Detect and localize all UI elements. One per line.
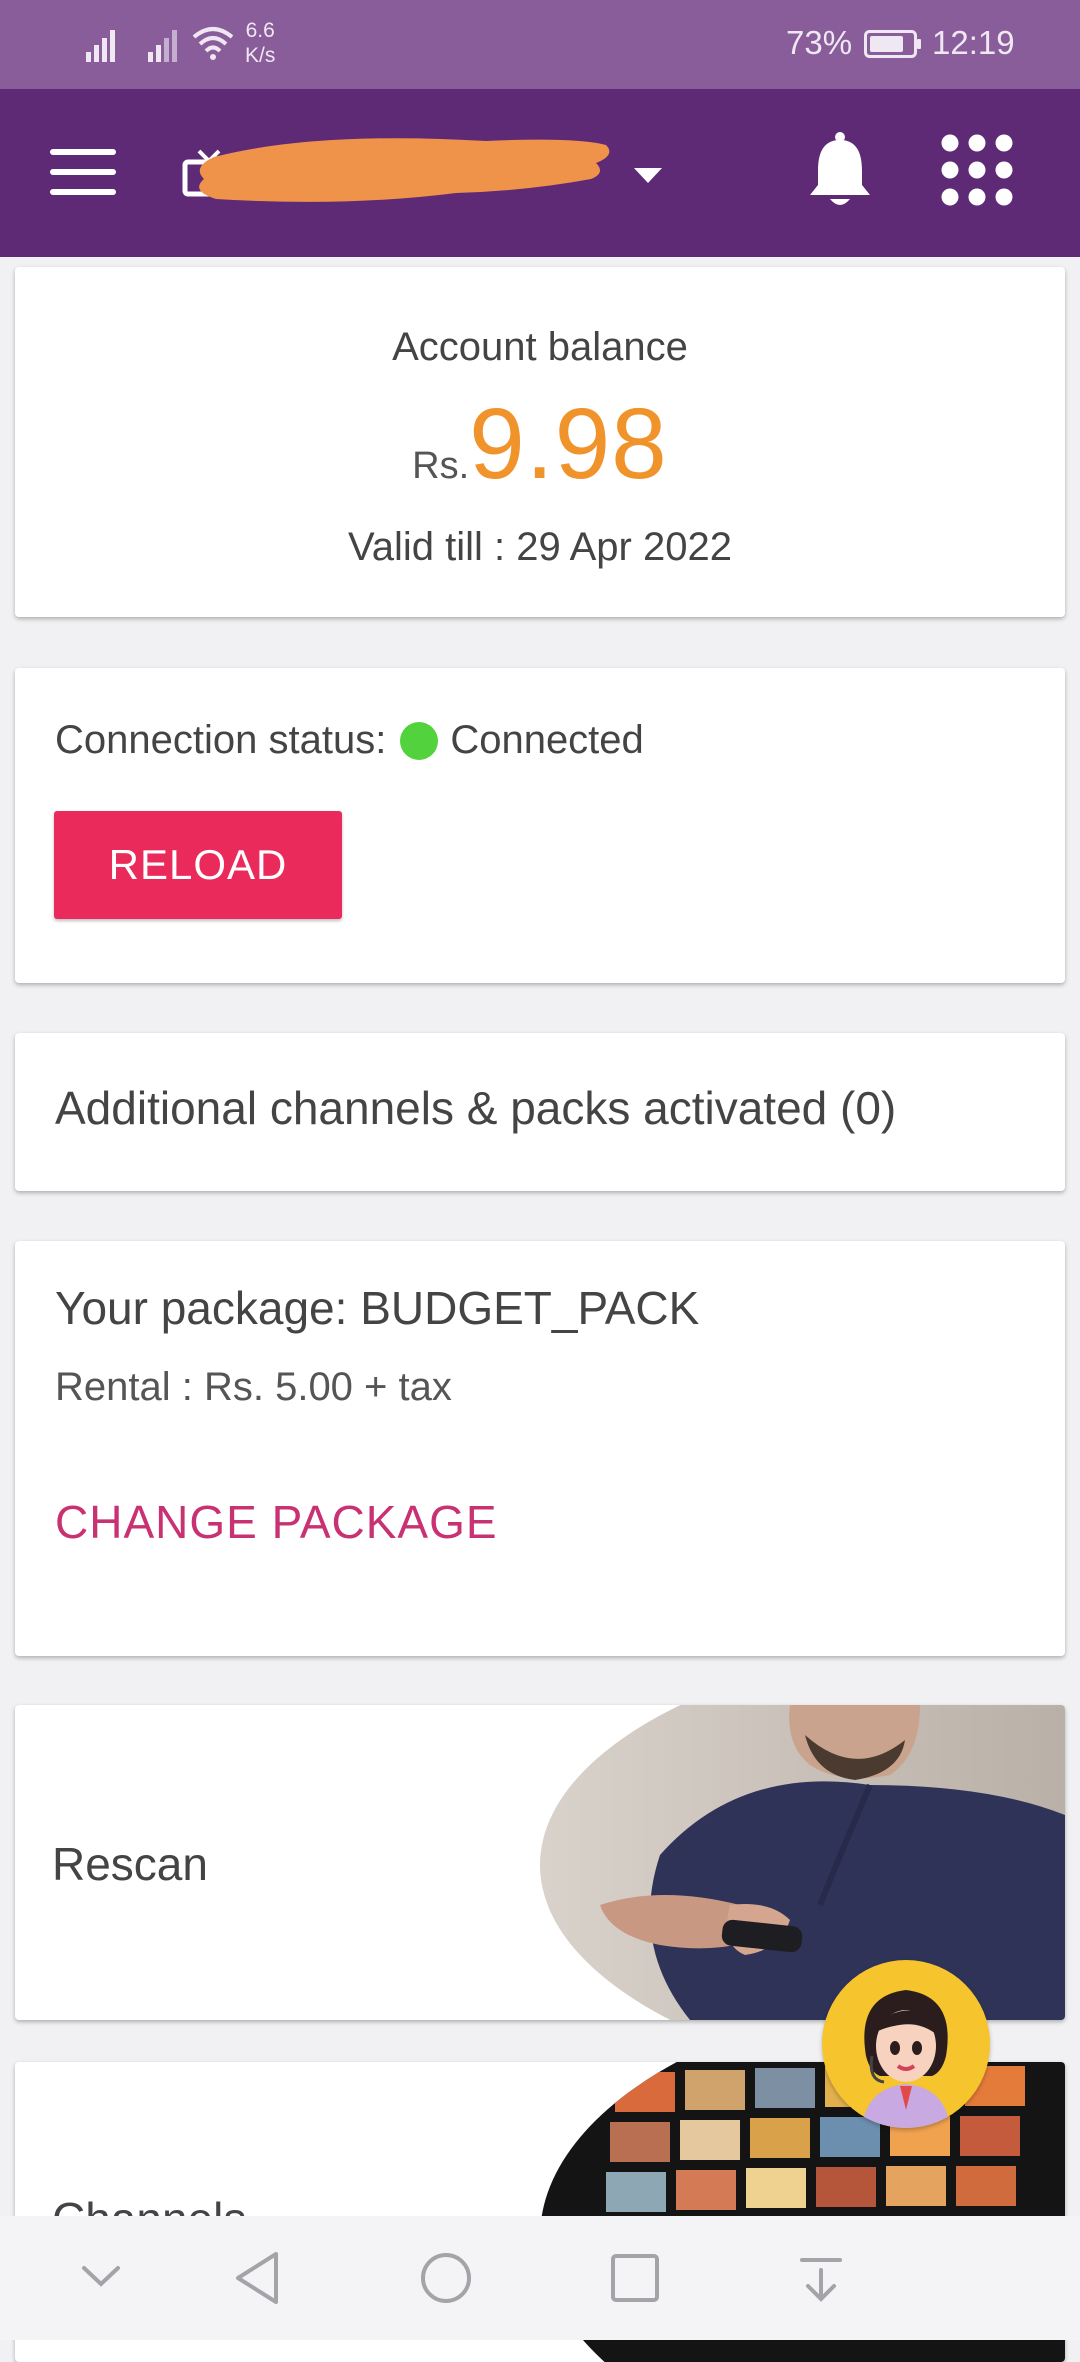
apps-grid-icon[interactable] xyxy=(940,133,1014,207)
bell-icon[interactable] xyxy=(806,131,874,209)
balance-currency: Rs. xyxy=(412,445,470,487)
connection-card: Connection status: Connected RELOAD xyxy=(15,668,1065,983)
connection-status-label: Connection status: xyxy=(55,718,387,762)
battery-percent: 73% xyxy=(786,24,853,61)
rescan-label: Rescan xyxy=(52,1838,208,1890)
clock: 12:19 xyxy=(932,24,1015,61)
network-speed: 6.6 K/s xyxy=(245,18,275,68)
status-bar: 6.6 K/s 73% 12:19 xyxy=(0,0,1080,89)
addons-text: Additional channels & packs activated (0… xyxy=(55,1082,897,1134)
network-speed-unit: K/s xyxy=(245,44,276,67)
addons-card[interactable]: Additional channels & packs activated (0… xyxy=(15,1033,1065,1191)
network-speed-value: 6.6 xyxy=(245,19,275,42)
nav-recents-icon[interactable] xyxy=(607,2250,663,2306)
reload-button[interactable]: RELOAD xyxy=(54,811,342,919)
package-card: Your package: BUDGET_PACK Rental : Rs. 5… xyxy=(15,1241,1065,1656)
balance-amount: Rs.9.98 xyxy=(15,387,1065,502)
app-bar xyxy=(0,89,1080,257)
nav-hide-icon[interactable] xyxy=(80,2264,122,2290)
rescan-image xyxy=(540,1705,1065,2020)
wifi-icon xyxy=(192,27,234,60)
balance-title: Account balance xyxy=(392,325,688,369)
package-rental: Rental : Rs. 5.00 + tax xyxy=(55,1365,452,1409)
menu-icon[interactable] xyxy=(50,149,116,195)
nav-back-icon[interactable] xyxy=(230,2250,286,2306)
dropdown-arrow-icon[interactable] xyxy=(632,165,664,185)
status-dot-icon xyxy=(400,721,439,760)
balance-card: Account balance Rs.9.98 Valid till : 29 … xyxy=(15,267,1065,617)
change-package-link[interactable]: CHANGE PACKAGE xyxy=(55,1495,498,1549)
signal-icon xyxy=(86,30,115,62)
connection-status-value: Connected xyxy=(450,718,644,762)
package-name: Your package: BUDGET_PACK xyxy=(55,1282,700,1334)
signal-icon-secondary xyxy=(148,30,177,62)
nav-home-icon[interactable] xyxy=(418,2250,474,2306)
balance-value: 9.98 xyxy=(469,388,668,500)
account-name-redacted[interactable] xyxy=(196,135,616,215)
assistant-avatar-icon[interactable] xyxy=(822,1960,990,2128)
connection-status: Connection status: Connected xyxy=(55,718,644,763)
battery-icon xyxy=(864,30,921,58)
nav-notifications-icon[interactable] xyxy=(798,2256,844,2304)
system-nav-bar xyxy=(0,2216,1080,2340)
balance-validity: Valid till : 29 Apr 2022 xyxy=(348,525,732,569)
